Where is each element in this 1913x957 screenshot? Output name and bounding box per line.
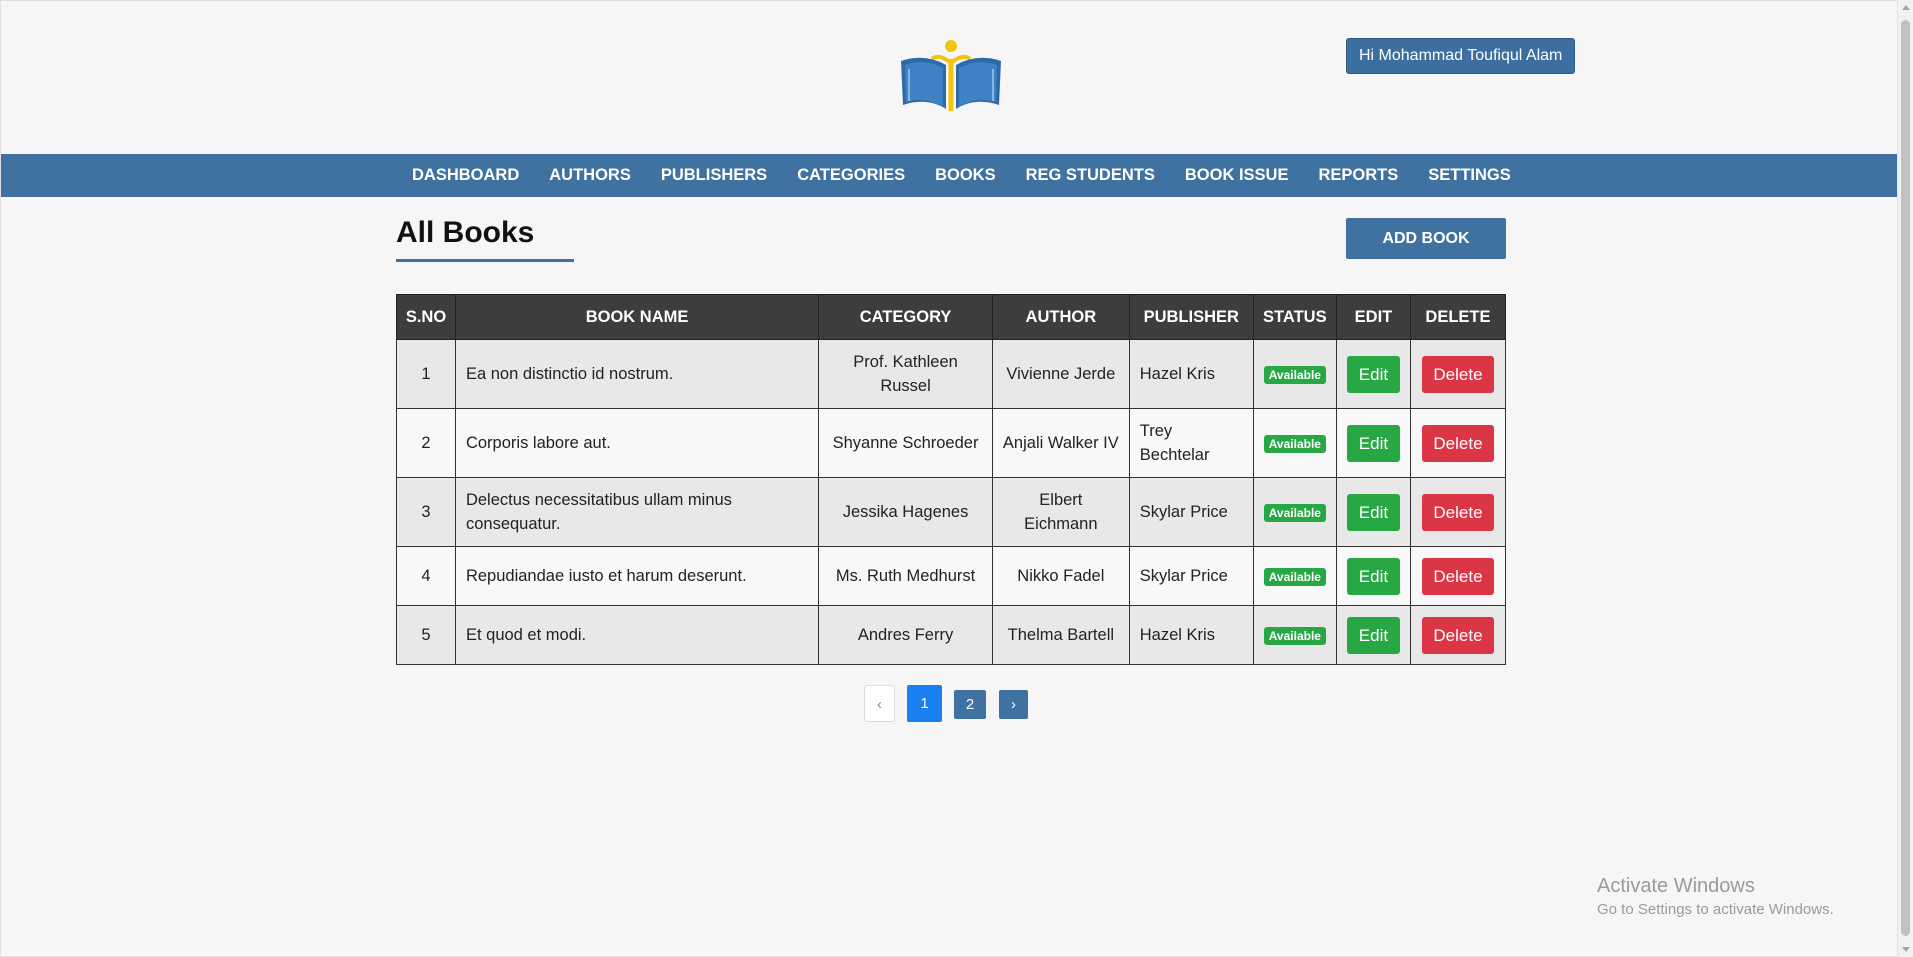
scroll-up-arrow-icon[interactable]	[1902, 5, 1910, 10]
cell-sno: 1	[396, 339, 456, 409]
nav-item-book-issue[interactable]: BOOK ISSUE	[1170, 154, 1304, 197]
cell-publisher: Hazel Kris	[1128, 339, 1254, 409]
cell-delete: Delete	[1409, 546, 1507, 606]
cell-book-name: Corporis labore aut.	[454, 408, 820, 478]
nav-item-dashboard[interactable]: DASHBOARD	[397, 154, 534, 197]
cell-edit: Edit	[1335, 339, 1411, 409]
header-book-name: BOOK NAME	[454, 294, 820, 340]
add-book-button[interactable]: ADD BOOK	[1346, 218, 1506, 259]
cell-category: Andres Ferry	[818, 605, 993, 665]
cell-status: Available	[1252, 477, 1337, 547]
pagination-page-1[interactable]: 1	[907, 685, 942, 722]
cell-author: Vivienne Jerde	[991, 339, 1130, 409]
cell-author: Elbert Eichmann	[991, 477, 1130, 547]
nav-item-reports[interactable]: REPORTS	[1303, 154, 1413, 197]
delete-button[interactable]: Delete	[1421, 616, 1494, 654]
header-sno: S.NO	[396, 294, 456, 340]
cell-author: Anjali Walker IV	[991, 408, 1130, 478]
cell-delete: Delete	[1409, 408, 1507, 478]
nav-item-publishers[interactable]: PUBLISHERS	[646, 154, 782, 197]
library-logo[interactable]	[899, 39, 1003, 113]
header-edit: EDIT	[1335, 294, 1411, 340]
nav-item-books[interactable]: BOOKS	[920, 154, 1011, 197]
cell-delete: Delete	[1409, 339, 1507, 409]
cell-status: Available	[1252, 339, 1337, 409]
status-badge: Available	[1263, 568, 1326, 586]
cell-sno: 5	[396, 605, 456, 665]
nav-item-categories[interactable]: CATEGORIES	[782, 154, 920, 197]
edit-button[interactable]: Edit	[1346, 557, 1400, 595]
nav-item-reg-students[interactable]: REG STUDENTS	[1011, 154, 1170, 197]
edit-button[interactable]: Edit	[1346, 616, 1400, 654]
edit-button[interactable]: Edit	[1346, 493, 1400, 531]
cell-publisher: Skylar Price	[1128, 546, 1254, 606]
cell-edit: Edit	[1335, 477, 1411, 547]
nav-item-settings[interactable]: SETTINGS	[1413, 154, 1526, 197]
delete-button[interactable]: Delete	[1421, 493, 1494, 531]
cell-edit: Edit	[1335, 408, 1411, 478]
table-row: 2 Corporis labore aut. Shyanne Schroeder…	[396, 408, 1507, 478]
cell-publisher: Hazel Kris	[1128, 605, 1254, 665]
cell-book-name: Repudiandae iusto et harum deserunt.	[454, 546, 820, 606]
cell-book-name: Delectus necessitatibus ullam minus cons…	[454, 477, 820, 547]
cell-sno: 4	[396, 546, 456, 606]
cell-category: Prof. Kathleen Russel	[818, 339, 993, 409]
cell-book-name: Et quod et modi.	[454, 605, 820, 665]
pagination-next-button[interactable]: ›	[999, 690, 1028, 719]
nav-item-authors[interactable]: AUTHORS	[534, 154, 646, 197]
scroll-down-arrow-icon[interactable]	[1902, 947, 1910, 952]
header-status: STATUS	[1252, 294, 1337, 340]
table-row: 3 Delectus necessitatibus ullam minus co…	[396, 477, 1507, 547]
nav-list: DASHBOARD AUTHORS PUBLISHERS CATEGORIES …	[397, 154, 1526, 197]
cell-status: Available	[1252, 605, 1337, 665]
cell-publisher: Trey Bechtelar	[1128, 408, 1254, 478]
books-table: S.NO BOOK NAME CATEGORY AUTHOR PUBLISHER…	[396, 294, 1507, 665]
table-row: 1 Ea non distinctio id nostrum. Prof. Ka…	[396, 339, 1507, 409]
cell-delete: Delete	[1409, 605, 1507, 665]
watermark-title: Activate Windows	[1597, 875, 1755, 897]
main-navbar: DASHBOARD AUTHORS PUBLISHERS CATEGORIES …	[1, 154, 1898, 197]
cell-sno: 2	[396, 408, 456, 478]
cell-author: Thelma Bartell	[991, 605, 1130, 665]
edit-button[interactable]: Edit	[1346, 355, 1400, 393]
cell-edit: Edit	[1335, 605, 1411, 665]
header-delete: DELETE	[1409, 294, 1507, 340]
delete-button[interactable]: Delete	[1421, 557, 1494, 595]
windows-activation-watermark: Activate Windows Go to Settings to activ…	[1597, 875, 1834, 918]
pagination-page-2[interactable]: 2	[954, 690, 986, 719]
cell-delete: Delete	[1409, 477, 1507, 547]
page: Hi Mohammad Toufiqul Alam DASHBOARD AUTH…	[0, 0, 1898, 957]
status-badge: Available	[1263, 366, 1326, 384]
pagination-prev-button[interactable]: ‹	[864, 685, 895, 722]
delete-button[interactable]: Delete	[1421, 355, 1494, 393]
cell-status: Available	[1252, 408, 1337, 478]
header-publisher: PUBLISHER	[1128, 294, 1254, 340]
table-header-row: S.NO BOOK NAME CATEGORY AUTHOR PUBLISHER…	[396, 294, 1507, 340]
cell-sno: 3	[396, 477, 456, 547]
cell-author: Nikko Fadel	[991, 546, 1130, 606]
cell-publisher: Skylar Price	[1128, 477, 1254, 547]
edit-button[interactable]: Edit	[1346, 424, 1400, 462]
status-badge: Available	[1263, 435, 1326, 453]
cell-category: Ms. Ruth Medhurst	[818, 546, 993, 606]
delete-button[interactable]: Delete	[1421, 424, 1494, 462]
open-book-icon	[901, 40, 1001, 111]
page-title: All Books	[396, 216, 535, 249]
watermark-subtitle: Go to Settings to activate Windows.	[1597, 901, 1834, 918]
user-greeting-button[interactable]: Hi Mohammad Toufiqul Alam	[1346, 38, 1576, 74]
table-row: 4 Repudiandae iusto et harum deserunt. M…	[396, 546, 1507, 606]
header-author: AUTHOR	[991, 294, 1130, 340]
title-underline	[396, 259, 574, 262]
header-category: CATEGORY	[818, 294, 993, 340]
cell-book-name: Ea non distinctio id nostrum.	[454, 339, 820, 409]
cell-category: Shyanne Schroeder	[818, 408, 993, 478]
vertical-scrollbar[interactable]	[1897, 0, 1913, 957]
scrollbar-thumb[interactable]	[1901, 20, 1910, 936]
cell-status: Available	[1252, 546, 1337, 606]
status-badge: Available	[1263, 504, 1326, 522]
cell-category: Jessika Hagenes	[818, 477, 993, 547]
status-badge: Available	[1263, 627, 1326, 645]
table-row: 5 Et quod et modi. Andres Ferry Thelma B…	[396, 605, 1507, 665]
cell-edit: Edit	[1335, 546, 1411, 606]
